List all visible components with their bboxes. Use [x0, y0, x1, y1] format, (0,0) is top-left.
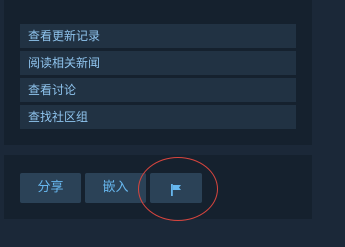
view-discussions-link[interactable]: 查看讨论	[20, 78, 296, 102]
embed-button[interactable]: 嵌入	[85, 173, 146, 203]
flag-icon	[168, 180, 184, 196]
links-list: 查看更新记录 阅读相关新闻 查看讨论 查找社区组	[20, 24, 296, 132]
find-community-groups-link[interactable]: 查找社区组	[20, 105, 296, 129]
read-related-news-link[interactable]: 阅读相关新闻	[20, 51, 296, 75]
report-button[interactable]	[150, 173, 202, 203]
share-button[interactable]: 分享	[20, 173, 81, 203]
view-update-history-link[interactable]: 查看更新记录	[20, 24, 296, 48]
